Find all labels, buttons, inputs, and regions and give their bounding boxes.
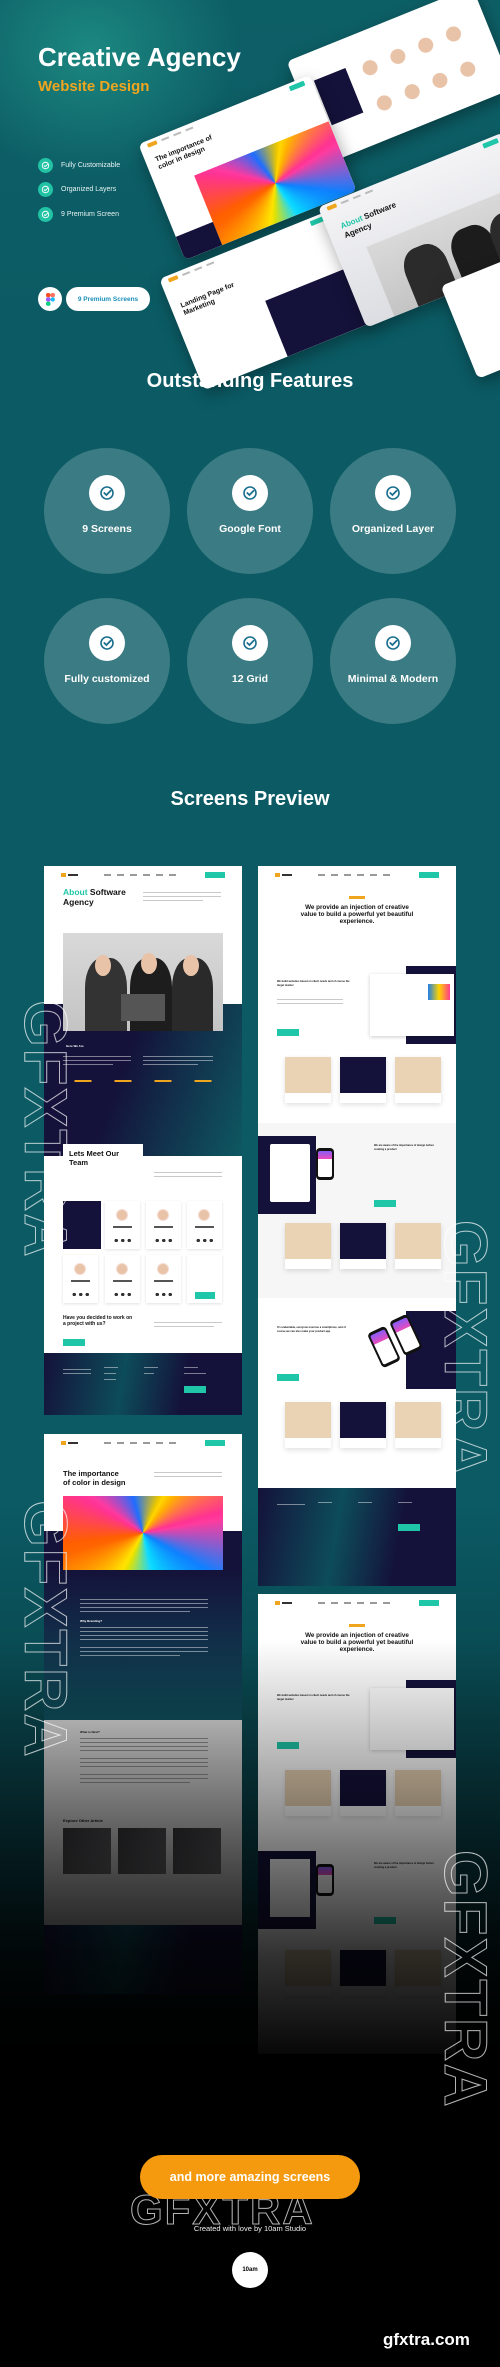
portfolio-card xyxy=(340,1223,386,1269)
portfolio-card xyxy=(285,1057,331,1103)
check-circle-icon xyxy=(38,182,53,198)
team-card xyxy=(146,1255,181,1303)
feature-card: Organized Layer xyxy=(330,448,456,574)
screen-services-alt: We provide an injection of creative valu… xyxy=(258,1594,456,2054)
premium-screens-badge: 9 Premium Screens xyxy=(66,287,150,311)
portfolio-card xyxy=(340,1057,386,1103)
portfolio-card xyxy=(395,1057,441,1103)
screen-footer xyxy=(44,1353,242,1415)
check-circle-icon xyxy=(38,206,53,222)
services-alt-headline3: experience. xyxy=(339,1646,375,1654)
team-title2: Team xyxy=(69,1157,89,1167)
feature-checklist: Fully Customizable Organized Layers 9 Pr… xyxy=(38,153,120,227)
services-block2: We are aware of the importance of design… xyxy=(374,1144,434,1151)
team-card xyxy=(187,1201,222,1249)
screen-about: About Software Agency Here We Are Lets M… xyxy=(44,866,242,1415)
team-photo xyxy=(63,933,223,1031)
team-card xyxy=(63,1255,98,1303)
blog-section1: Why Branding? xyxy=(80,1619,103,1623)
portfolio-card xyxy=(285,1223,331,1269)
cta-title2: a project with us? xyxy=(63,1320,106,1327)
check-circle-icon xyxy=(89,625,125,661)
checklist-label: Organized Layers xyxy=(61,186,117,194)
checklist-label: 9 Premium Screen xyxy=(61,210,119,218)
about-title-word2: Agency xyxy=(63,896,94,907)
more-screens-button[interactable]: and more amazing screens xyxy=(140,2155,360,2199)
check-circle-icon xyxy=(232,625,268,661)
services-footer xyxy=(258,1488,456,1586)
team-card xyxy=(105,1201,140,1249)
services-alt-block1: We build websites based on client needs … xyxy=(277,1694,350,1701)
feature-label: Organized Layer xyxy=(351,523,435,535)
team-card xyxy=(105,1255,140,1303)
feature-card: 9 Screens xyxy=(44,448,170,574)
checklist-item: 9 Premium Screen xyxy=(38,202,120,227)
article-card xyxy=(173,1828,221,1874)
team-card xyxy=(146,1201,181,1249)
feature-card: 12 Grid xyxy=(187,598,313,724)
portfolio-card xyxy=(340,1402,386,1448)
screen-services: We provide an injection of creative valu… xyxy=(258,866,456,1488)
checklist-label: Fully Customizable xyxy=(61,161,121,169)
paint-hero-image xyxy=(63,1496,223,1570)
check-circle-icon xyxy=(232,475,268,511)
feature-label: Minimal & Modern xyxy=(347,673,439,685)
who-we-are-heading: Here We Are xyxy=(66,1044,84,1048)
services-block1: We build websites based on client needs … xyxy=(277,980,350,987)
portfolio-card xyxy=(285,1402,331,1448)
checklist-item: Organized Layers xyxy=(38,178,120,203)
feature-card: Minimal & Modern xyxy=(330,598,456,724)
article-card xyxy=(118,1828,166,1874)
checklist-item: Fully Customizable xyxy=(38,153,120,178)
blog-title2: of color in design xyxy=(63,1477,126,1487)
screen-footer xyxy=(44,1925,242,1994)
credit-text: Created with love by 10am Studio xyxy=(193,2224,307,2233)
feature-label: 12 Grid xyxy=(231,673,269,685)
about-title-accent: About xyxy=(63,887,88,897)
feature-label: 9 Screens xyxy=(82,523,132,535)
features-title: Outstanding Features xyxy=(146,370,354,392)
services-block3: It's undeniable, everyone now has a smar… xyxy=(277,1326,346,1333)
feature-card: Fully customized xyxy=(44,598,170,724)
studio-logo: 10am xyxy=(232,2252,268,2288)
feature-label: Google Font xyxy=(219,523,281,535)
services-headline: We provide an injection of creative xyxy=(305,904,409,911)
team-card xyxy=(187,1255,222,1303)
explore-articles-heading: Explore Other Article xyxy=(63,1818,103,1823)
hero-subtitle: Website Design xyxy=(38,78,150,95)
blog-section2: What is Next? xyxy=(80,1730,100,1734)
about-title-word: Software xyxy=(89,887,126,897)
screen-blog: The importance of color in design Why Br… xyxy=(44,1434,242,1994)
check-circle-icon xyxy=(375,625,411,661)
feature-label: Fully customized xyxy=(64,673,150,685)
services-alt-block2: We are aware of the importance of design… xyxy=(374,1862,434,1869)
services-alt-headline2: value to build a powerful yet beautiful xyxy=(300,1639,414,1647)
check-circle-icon xyxy=(38,157,53,173)
article-card xyxy=(63,1828,111,1874)
services-alt-headline: We provide an injection of creative xyxy=(305,1632,409,1639)
page: Creative Agency Website Design Fully Cus… xyxy=(0,0,500,2367)
check-circle-icon xyxy=(89,475,125,511)
hero-title: Creative Agency xyxy=(38,42,241,72)
screens-preview-title: Screens Preview xyxy=(170,788,330,810)
services-headline2: value to build a powerful yet beautiful xyxy=(300,911,414,919)
mockup-landing-title: Landing Page for Marketing xyxy=(179,281,236,318)
check-circle-icon xyxy=(375,475,411,511)
watermark-site: gfxtra.com xyxy=(383,2330,470,2349)
portfolio-card xyxy=(395,1402,441,1448)
services-headline3: experience. xyxy=(339,918,375,926)
feature-card: Google Font xyxy=(187,448,313,574)
portfolio-card xyxy=(395,1223,441,1269)
figma-icon xyxy=(38,287,62,311)
